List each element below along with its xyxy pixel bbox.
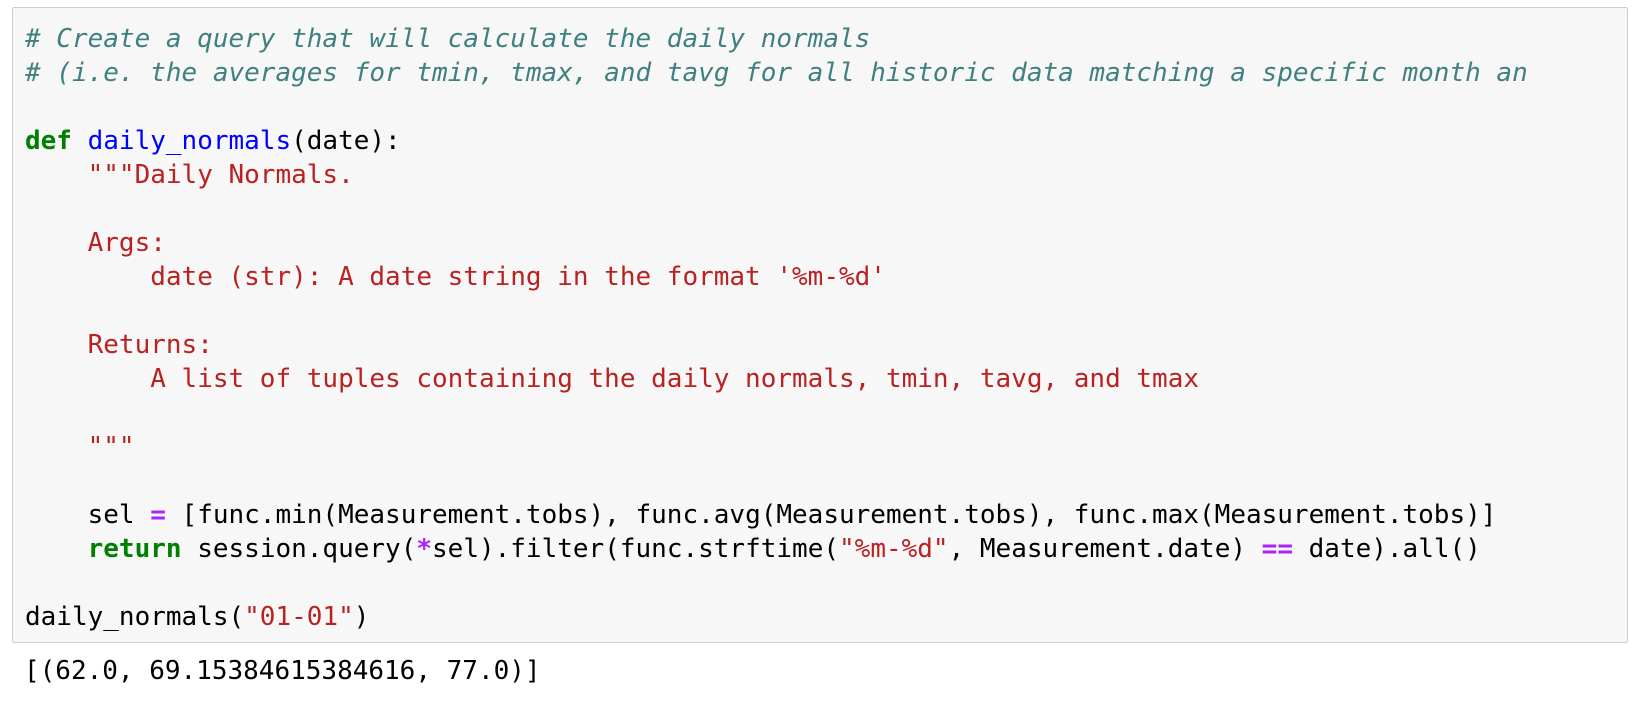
code-text: (date): (291, 126, 401, 156)
code-operator: == (1261, 534, 1293, 564)
code-string: "01-01" (244, 602, 354, 632)
code-keyword: return (87, 534, 182, 564)
code-text: sel).filter(func.strftime( (432, 534, 840, 564)
code-line: def daily_normals(date): (25, 124, 1528, 158)
code-text: sel (25, 500, 151, 530)
code-text: [func.min(Measurement.tobs), func.avg(Me… (165, 500, 1497, 530)
code-line: """Daily Normals. (25, 158, 1528, 192)
code-comment: # Create a query that will calculate the… (25, 24, 871, 54)
code-editor[interactable]: # Create a query that will calculate the… (25, 22, 1528, 634)
code-string: Args: (87, 228, 166, 258)
code-line: A list of tuples containing the daily no… (25, 362, 1528, 396)
code-string: "%m-%d" (839, 534, 949, 564)
code-line: Args: (25, 226, 1528, 260)
code-text: , Measurement.date) (948, 534, 1262, 564)
code-string: A list of tuples containing the daily no… (150, 364, 1200, 394)
code-line: return session.query(*sel).filter(func.s… (25, 532, 1528, 566)
code-string: date (str): A date string in the format … (150, 262, 886, 292)
code-text: session.query( (181, 534, 417, 564)
code-text: date).all() (1292, 534, 1481, 564)
code-line: # (i.e. the averages for tmin, tmax, and… (25, 56, 1528, 90)
code-operator: = (150, 500, 166, 530)
code-string: Returns: (87, 330, 213, 360)
code-string: """ (87, 432, 135, 462)
code-operator: * (416, 534, 433, 564)
code-comment: # (i.e. the averages for tmin, tmax, and… (25, 58, 1528, 88)
code-string: """Daily Normals. (87, 160, 354, 190)
code-text: ) (353, 602, 370, 632)
code-line: """ (25, 430, 1528, 464)
code-text: daily_normals( (25, 602, 245, 632)
cell-output: [(62.0, 69.15384615384616, 77.0)] (24, 656, 541, 686)
code-line: daily_normals("01-01") (25, 600, 1528, 634)
code-function-name: daily_normals (87, 126, 292, 156)
code-line: # Create a query that will calculate the… (25, 22, 1528, 56)
code-line: date (str): A date string in the format … (25, 260, 1528, 294)
code-line: Returns: (25, 328, 1528, 362)
code-line: sel = [func.min(Measurement.tobs), func.… (25, 498, 1528, 532)
code-input-cell[interactable]: # Create a query that will calculate the… (12, 7, 1628, 643)
code-keyword: def (25, 126, 72, 156)
